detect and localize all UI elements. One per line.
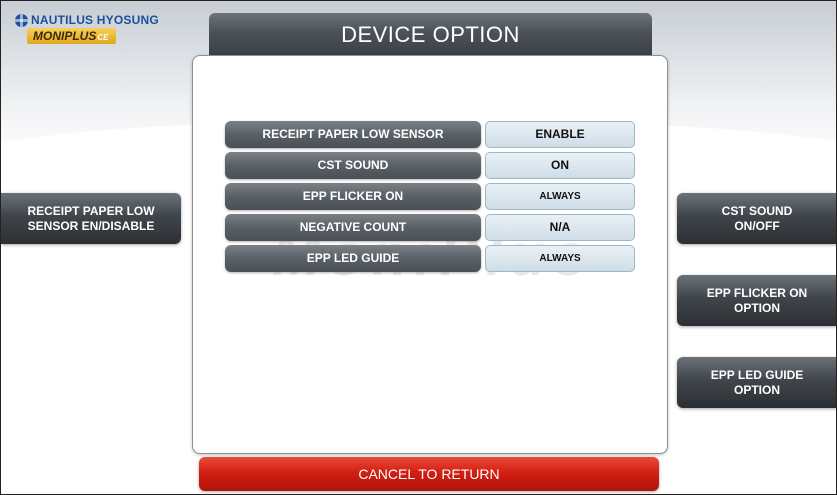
option-row: RECEIPT PAPER LOW SENSOR ENABLE	[225, 121, 635, 148]
button-label-line2: SENSOR EN/DISABLE	[27, 218, 155, 233]
option-label: RECEIPT PAPER LOW SENSOR	[225, 121, 481, 148]
globe-icon	[15, 13, 28, 27]
epp-flicker-option-button[interactable]: EPP FLICKER ON OPTION	[677, 275, 836, 326]
logo: NAUTILUS HYOSUNG MONIPLUSCE	[15, 13, 159, 45]
option-row: EPP LED GUIDE ALWAYS	[225, 245, 635, 272]
button-label-line2: OPTION	[733, 382, 780, 397]
option-row: NEGATIVE COUNT N/A	[225, 214, 635, 241]
atm-screen: NAUTILUS HYOSUNG MONIPLUSCE DEVICE OPTIO…	[0, 0, 837, 495]
epp-led-guide-option-button[interactable]: EPP LED GUIDE OPTION	[677, 357, 836, 408]
option-label: CST SOUND	[225, 152, 481, 179]
option-value: ALWAYS	[485, 183, 635, 210]
button-label-line1: RECEIPT PAPER LOW	[27, 203, 155, 218]
cancel-to-return-button[interactable]: CANCEL TO RETURN	[199, 457, 659, 491]
product-logo: MONIPLUSCE	[27, 28, 117, 44]
button-label-line1: CST SOUND	[721, 203, 793, 218]
options-list: RECEIPT PAPER LOW SENSOR ENABLE CST SOUN…	[225, 121, 635, 276]
option-row: EPP FLICKER ON ALWAYS	[225, 183, 635, 210]
option-row: CST SOUND ON	[225, 152, 635, 179]
product-suffix: CE	[97, 33, 109, 42]
button-label-line1: EPP LED GUIDE	[710, 367, 804, 382]
brand-name: NAUTILUS HYOSUNG	[31, 13, 159, 27]
button-label-line2: OPTION	[733, 300, 780, 315]
brand-logo: NAUTILUS HYOSUNG	[15, 13, 159, 27]
option-value: ENABLE	[485, 121, 635, 148]
option-value: ON	[485, 152, 635, 179]
option-value: ALWAYS	[485, 245, 635, 272]
option-label: NEGATIVE COUNT	[225, 214, 481, 241]
options-panel: MoniPlus RECEIPT PAPER LOW SENSOR ENABLE…	[192, 55, 668, 454]
button-label-line1: EPP FLICKER ON	[706, 285, 808, 300]
cst-sound-button[interactable]: CST SOUND ON/OFF	[677, 193, 836, 244]
button-label-line2: ON/OFF	[734, 218, 780, 233]
option-label: EPP LED GUIDE	[225, 245, 481, 272]
option-label: EPP FLICKER ON	[225, 183, 481, 210]
product-name: MONIPLUS	[33, 29, 97, 43]
receipt-paper-low-sensor-button[interactable]: RECEIPT PAPER LOW SENSOR EN/DISABLE	[1, 193, 181, 244]
page-title: DEVICE OPTION	[209, 13, 652, 57]
option-value: N/A	[485, 214, 635, 241]
